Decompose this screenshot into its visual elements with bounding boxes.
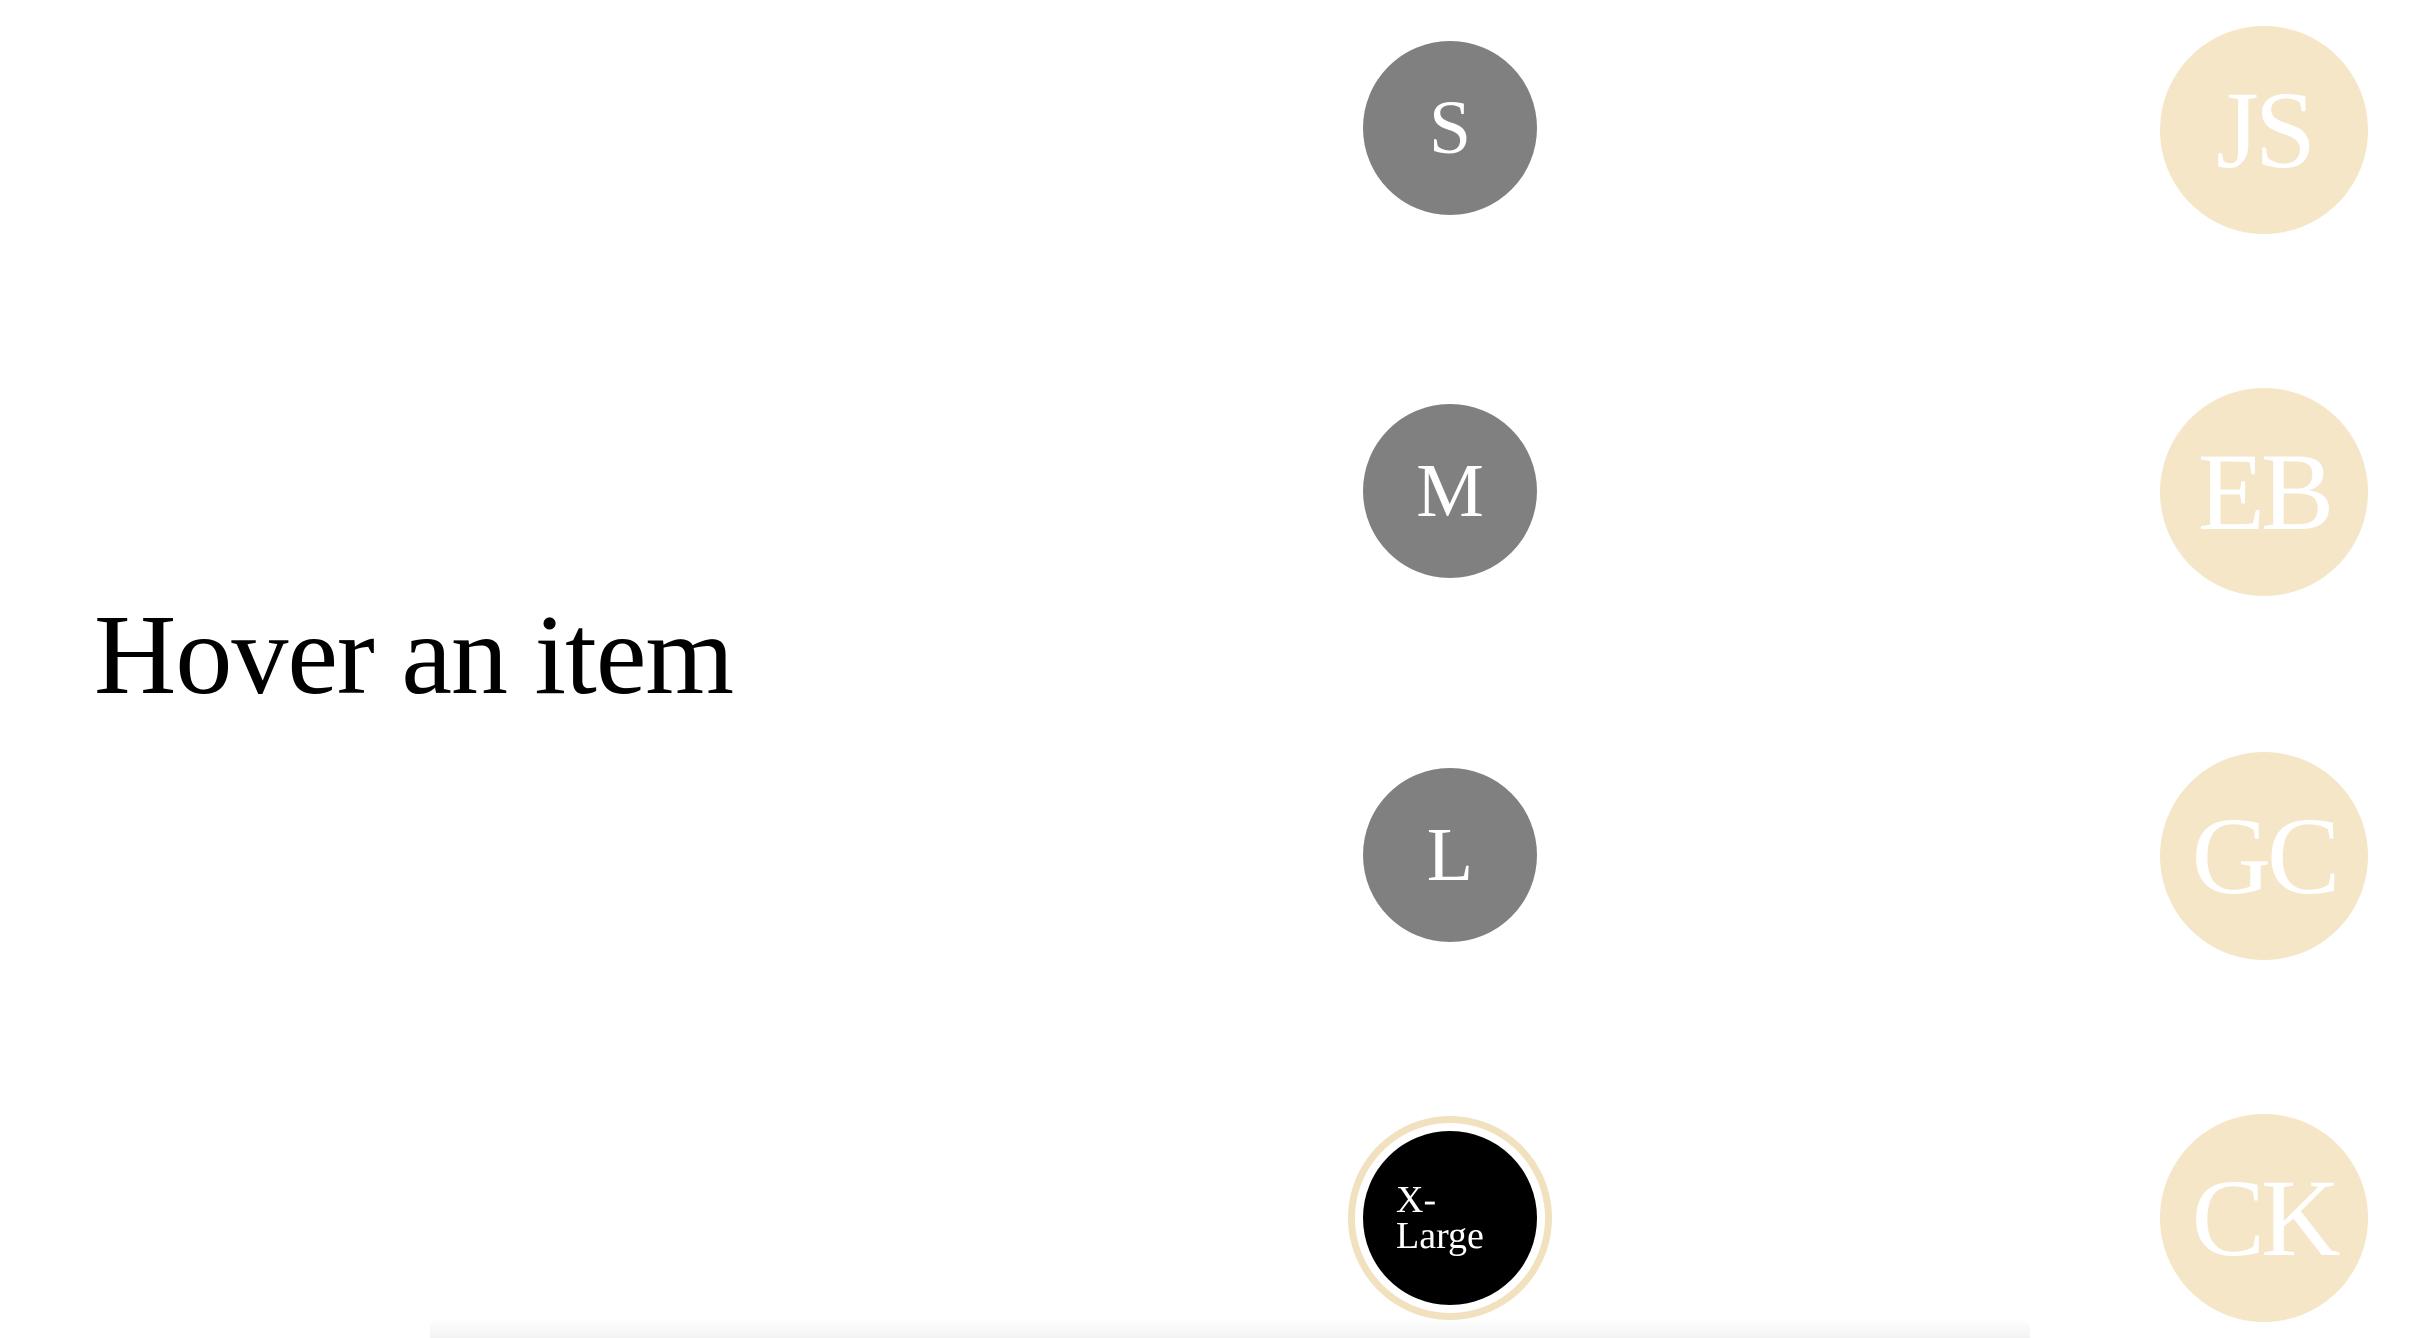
bottom-shadow [430, 1318, 2030, 1338]
avatar-initials: EB [2197, 430, 2335, 553]
avatar-initials: GC [2191, 794, 2341, 917]
size-option-label: M [1416, 448, 1484, 533]
avatar-initials: CK [2191, 1156, 2341, 1279]
avatar[interactable]: GC [2160, 752, 2368, 960]
hover-prompt-text: Hover an item [94, 591, 734, 718]
size-option-l[interactable]: L [1363, 768, 1537, 942]
size-option-label: S [1428, 85, 1472, 170]
size-option-label-line2: Large [1396, 1215, 1484, 1257]
size-option-label: L [1426, 812, 1474, 897]
avatar-initials: JS [2216, 68, 2316, 191]
size-option-m[interactable]: M [1363, 404, 1537, 578]
page: Hover an item S M L X- Large JS EB GC CK [0, 0, 2414, 1338]
size-option-xl-selected[interactable]: X- Large [1363, 1131, 1537, 1305]
size-option-s[interactable]: S [1363, 41, 1537, 215]
avatar[interactable]: EB [2160, 388, 2368, 596]
size-option-label-line1: X- [1396, 1178, 1437, 1221]
avatar[interactable]: JS [2160, 26, 2368, 234]
avatar[interactable]: CK [2160, 1114, 2368, 1322]
